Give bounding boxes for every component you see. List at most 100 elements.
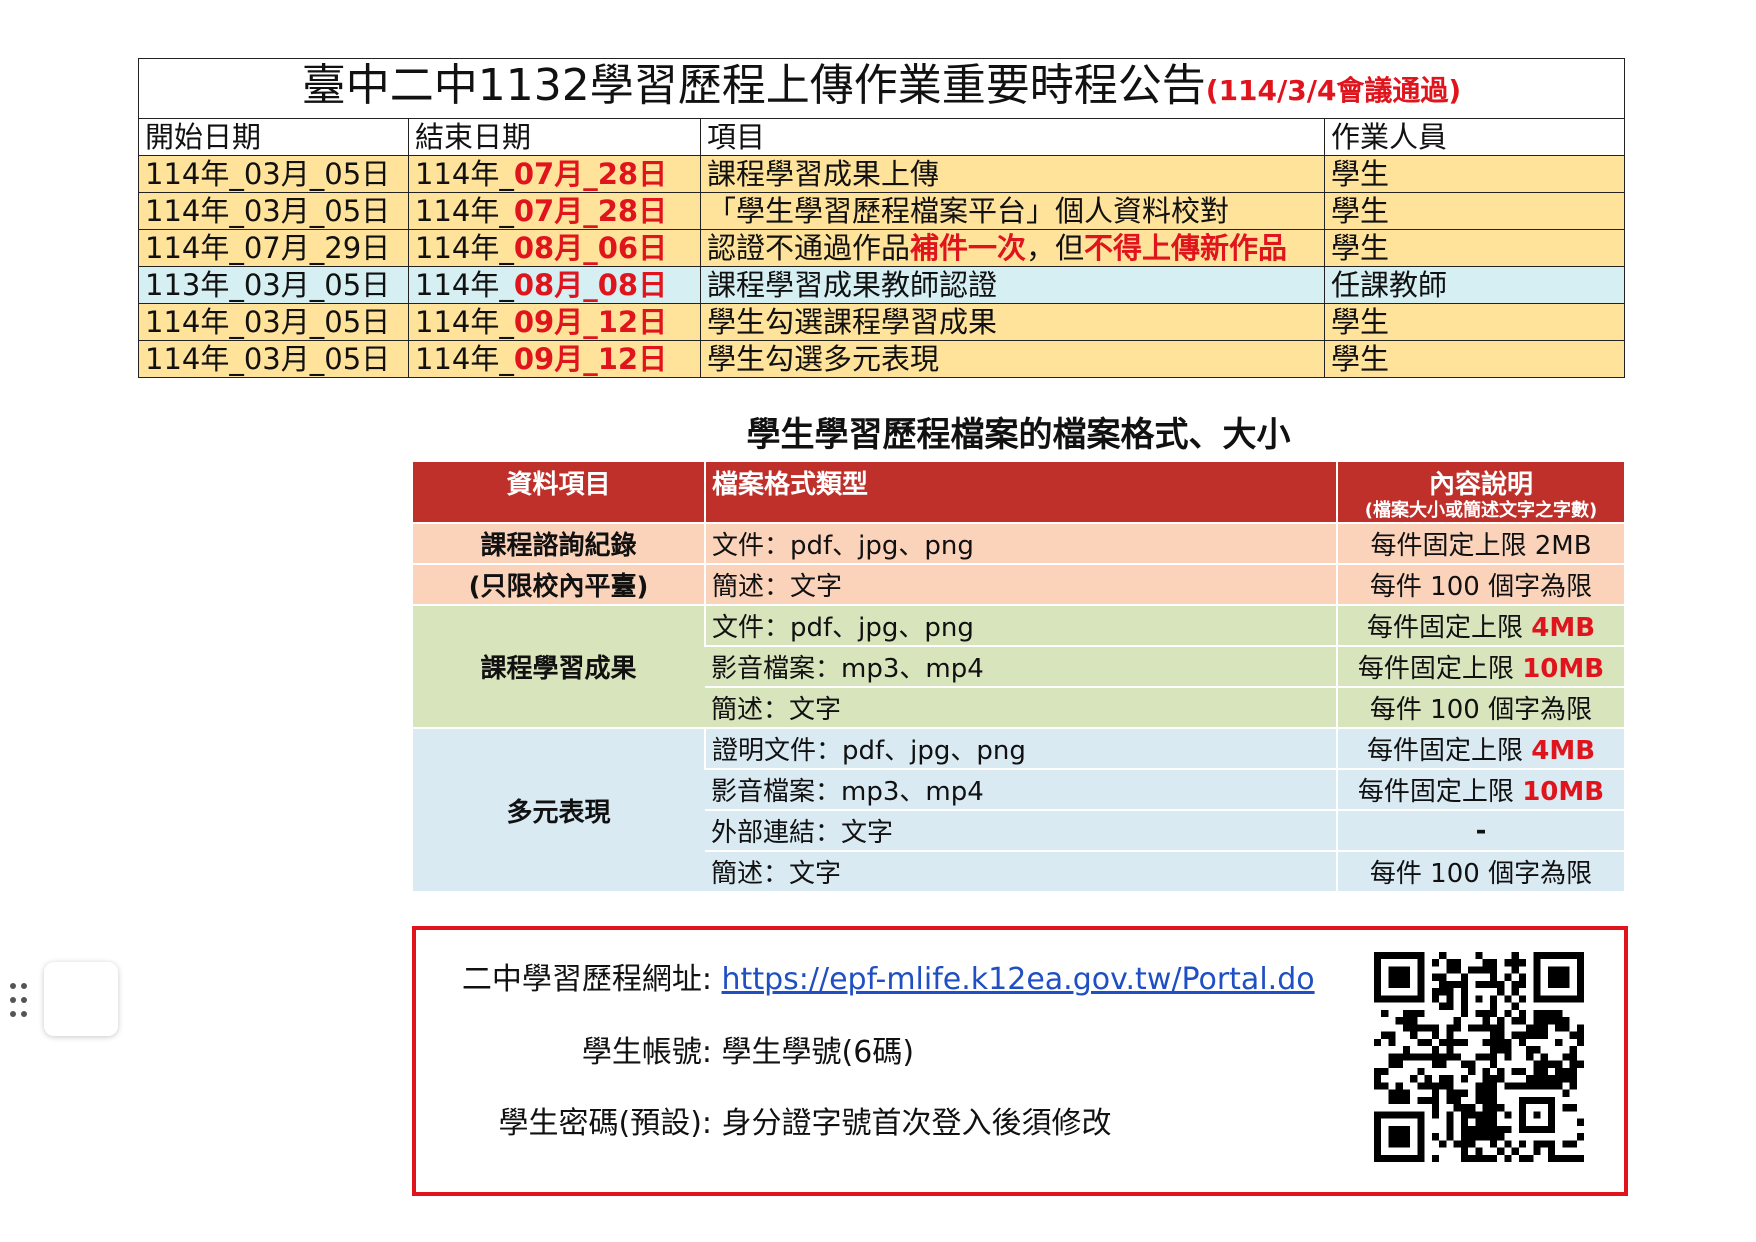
file-type: 簡述：文字 [705,851,1337,893]
end-date-highlight: 07月_28日 [513,194,668,228]
staff: 學生 [1323,303,1626,341]
item: 「學生學習歷程檔案平台」個人資料校對 [700,192,1325,230]
limit: 每件 100 個字為限 [1336,564,1624,606]
table-row: 114年_03月_05日 114年_07月_28日 「學生學習歷程檔案平台」個人… [138,192,1626,230]
limit: 每件固定上限 4MB [1336,728,1624,770]
end-date-prefix: 114年_ [415,157,514,191]
schedule-title: 臺中二中1132學習歷程上傳作業重要時程公告(114/3/4會議通過) [137,58,1626,119]
file-type: 影音檔案：mp3、mp4 [705,769,1337,811]
header-data-item: 資料項目 [413,462,705,524]
header-description-sub: (檔案大小或簡述文字之字數) [1364,500,1598,521]
end-date-highlight: 09月_12日 [513,342,668,376]
limit-text: 每件 100 個字為限 [1369,572,1593,602]
table-row: 課程學習成果 文件：pdf、jpg、png 每件固定上限 4MB [413,605,1624,729]
end-date-prefix: 114年_ [415,231,514,265]
account-label: 學生帳號: [581,1035,712,1070]
drag-handle-icon[interactable] [8,980,30,1020]
schedule-table: 臺中二中1132學習歷程上傳作業重要時程公告(114/3/4會議通過) 開始日期… [137,58,1626,378]
limit-text: 每件固定上限 2MB [1370,531,1592,561]
start-date: 114年_03月_05日 [138,155,409,193]
table-row: (只限校內平臺) 簡述：文字 每件 100 個字為限 [413,564,1624,606]
staff: 任課教師 [1323,266,1626,304]
start-date: 114年_03月_05日 [138,303,409,341]
limit-text: 每件固定上限 [1357,777,1523,807]
portal-link[interactable]: https://epf-mlife.k12ea.gov.tw/Portal.do [722,962,1315,997]
item: 認證不通過作品補件一次，但不得上傳新作品 [700,229,1325,267]
header-description-main: 內容說明 [1428,470,1533,500]
limit: 每件固定上限 10MB [1336,646,1624,688]
item-part: 認證不通過作品 [707,231,911,265]
end-date-prefix: 114年_ [415,194,514,228]
format-title: 學生學習歷程檔案的檔案格式、大小 [746,415,1291,455]
limit-highlight: 10MB [1522,777,1605,807]
limit-dash: - [1475,815,1487,846]
password-label: 學生密碼(預設): [498,1106,712,1141]
header-staff: 作業人員 [1323,118,1626,156]
staff: 學生 [1323,229,1626,267]
table-row: 114年_03月_05日 114年_07月_28日 課程學習成果上傳 學生 [138,155,1626,193]
account-row: 學生帳號: 學生學號(6碼) [416,1033,914,1073]
limit: 每件固定上限 2MB [1336,523,1624,565]
limit-highlight: 4MB [1531,613,1596,643]
table-row: 課程諮詢紀錄 文件：pdf、jpg、png 每件固定上限 2MB [413,523,1624,565]
end-date-highlight: 08月_06日 [513,231,668,265]
limit: - [1336,810,1624,852]
item: 學生勾選多元表現 [700,340,1325,378]
category-cell: 課程學習成果 [413,605,705,729]
table-row: 114年_07月_29日 114年_08月_06日 認證不通過作品補件一次，但不… [138,229,1626,267]
category-cell: 多元表現 [413,728,705,893]
limit: 每件固定上限 10MB [1336,769,1624,811]
url-row: 二中學習歷程網址: https://epf-mlife.k12ea.gov.tw… [416,960,1315,1000]
table-row: 114年_03月_05日 114年_09月_12日 學生勾選多元表現 學生 [138,340,1626,378]
limit-text: 每件 100 個字為限 [1369,859,1593,889]
header-file-type: 檔案格式類型 [704,462,1337,524]
file-type: 簡述：文字 [705,687,1337,729]
table-row: 多元表現 證明文件：pdf、jpg、png 每件固定上限 4MB [413,728,1624,893]
category-cell: 課程諮詢紀錄 [413,523,705,565]
end-date-highlight: 09月_12日 [513,305,668,339]
file-type: 影音檔案：mp3、mp4 [705,646,1337,688]
file-type: 文件：pdf、jpg、png [704,605,1337,647]
header-end-date: 結束日期 [408,118,701,156]
staff: 學生 [1323,192,1626,230]
end-date: 114年_08月_08日 [408,266,701,304]
end-date-prefix: 114年_ [415,342,514,376]
schedule-title-main: 臺中二中1132學習歷程上傳作業重要時程公告 [301,60,1206,111]
table-row: 113年_03月_05日 114年_08月_08日 課程學習成果教師認證 任課教… [138,266,1626,304]
start-date: 113年_03月_05日 [138,266,409,304]
item: 學生勾選課程學習成果 [700,303,1325,341]
item: 課程學習成果教師認證 [700,266,1325,304]
password-row: 學生密碼(預設): 身分證字號首次登入後須修改 [416,1104,1111,1144]
end-date-highlight: 08月_08日 [513,268,668,302]
start-date: 114年_07月_29日 [138,229,409,267]
staff: 學生 [1323,340,1626,378]
item-part-emphasis: 不得上傳新作品 [1084,231,1288,265]
table-row: 114年_03月_05日 114年_09月_12日 學生勾選課程學習成果 學生 [138,303,1626,341]
account-value: 學生學號(6碼) [721,1035,915,1070]
limit-text: 每件 100 個字為限 [1369,695,1593,725]
end-date-highlight: 07月_28日 [513,157,668,191]
login-info-box: 二中學習歷程網址: https://epf-mlife.k12ea.gov.tw… [412,926,1628,1196]
limit-text: 每件固定上限 [1357,654,1523,684]
end-date-prefix: 114年_ [415,268,514,302]
limit-text: 每件固定上限 [1366,613,1532,643]
file-type: 文件：pdf、jpg、png [704,523,1337,565]
header-description: 內容說明 (檔案大小或簡述文字之字數) [1336,462,1624,524]
end-date: 114年_07月_28日 [408,192,701,230]
limit: 每件固定上限 4MB [1336,605,1624,647]
end-date: 114年_09月_12日 [408,303,701,341]
item: 課程學習成果上傳 [700,155,1325,193]
limit-text: 每件固定上限 [1366,736,1532,766]
file-type: 簡述：文字 [704,564,1337,606]
category-cell: (只限校內平臺) [413,564,705,606]
item-part-emphasis: 補件一次 [910,231,1027,265]
limit-highlight: 4MB [1531,736,1596,766]
file-type: 外部連結：文字 [705,810,1337,852]
url-label: 二中學習歷程網址: [461,962,712,997]
header-start-date: 開始日期 [138,118,409,156]
limit: 每件 100 個字為限 [1336,851,1624,893]
header-item: 項目 [700,118,1325,156]
end-date: 114年_07月_28日 [408,155,701,193]
schedule-title-note: (114/3/4會議通過) [1205,74,1462,107]
floating-card[interactable] [44,962,118,1036]
